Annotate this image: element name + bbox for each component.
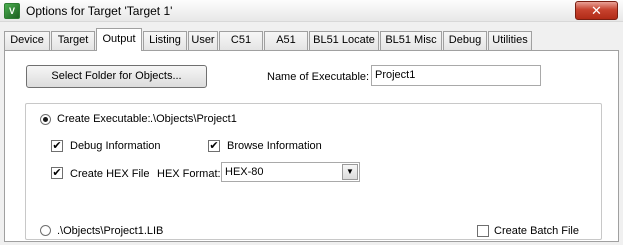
- create-executable-path: .\Objects\Project1: [150, 113, 237, 125]
- tab-bl51-locate[interactable]: BL51 Locate: [309, 31, 379, 50]
- app-icon: V: [4, 3, 20, 19]
- tab-user[interactable]: User: [188, 31, 218, 50]
- create-hex-checkbox[interactable]: ✔: [51, 167, 63, 179]
- title-bar: V Options for Target 'Target 1' ✕: [0, 0, 623, 22]
- tab-a51[interactable]: A51: [264, 31, 308, 50]
- tab-bl51-misc[interactable]: BL51 Misc: [380, 31, 442, 50]
- close-button[interactable]: ✕: [575, 1, 618, 20]
- tab-listing[interactable]: Listing: [143, 31, 187, 50]
- window-title: Options for Target 'Target 1': [26, 4, 173, 18]
- tab-utilities[interactable]: Utilities: [488, 31, 532, 50]
- tab-debug[interactable]: Debug: [443, 31, 487, 50]
- browse-info-label: Browse Information: [227, 140, 322, 152]
- tab-target[interactable]: Target: [51, 31, 95, 50]
- select-folder-button[interactable]: Select Folder for Objects...: [26, 65, 207, 88]
- tab-output[interactable]: Output: [96, 28, 142, 51]
- checkmark-icon: ✔: [209, 140, 219, 152]
- create-library-label: .\Objects\Project1.LIB: [57, 225, 164, 237]
- checkmark-icon: ✔: [52, 140, 62, 152]
- debug-info-checkbox[interactable]: ✔: [51, 140, 63, 152]
- name-executable-label: Name of Executable:: [267, 71, 370, 83]
- output-panel: Select Folder for Objects... Name of Exe…: [4, 50, 619, 242]
- batch-file-label: Create Batch File: [494, 225, 579, 237]
- debug-info-label: Debug Information: [70, 140, 161, 152]
- tab-c51[interactable]: C51: [219, 31, 263, 50]
- create-executable-radio[interactable]: [40, 114, 51, 125]
- browse-info-checkbox[interactable]: ✔: [208, 140, 220, 152]
- batch-file-checkbox[interactable]: [477, 225, 489, 237]
- hex-format-select[interactable]: HEX-80 ▼: [221, 162, 360, 182]
- chevron-down-icon[interactable]: ▼: [342, 164, 358, 180]
- checkmark-icon: ✔: [52, 167, 62, 179]
- output-options-group: Create Executable: .\Objects\Project1 ✔ …: [25, 103, 602, 240]
- create-library-radio[interactable]: [40, 225, 51, 236]
- hex-format-value: HEX-80: [225, 166, 264, 178]
- name-executable-input[interactable]: Project1: [371, 65, 541, 86]
- create-executable-label: Create Executable:: [57, 113, 151, 125]
- tab-device[interactable]: Device: [4, 31, 50, 50]
- hex-format-label: HEX Format:: [157, 168, 221, 180]
- create-hex-label: Create HEX File: [70, 168, 150, 180]
